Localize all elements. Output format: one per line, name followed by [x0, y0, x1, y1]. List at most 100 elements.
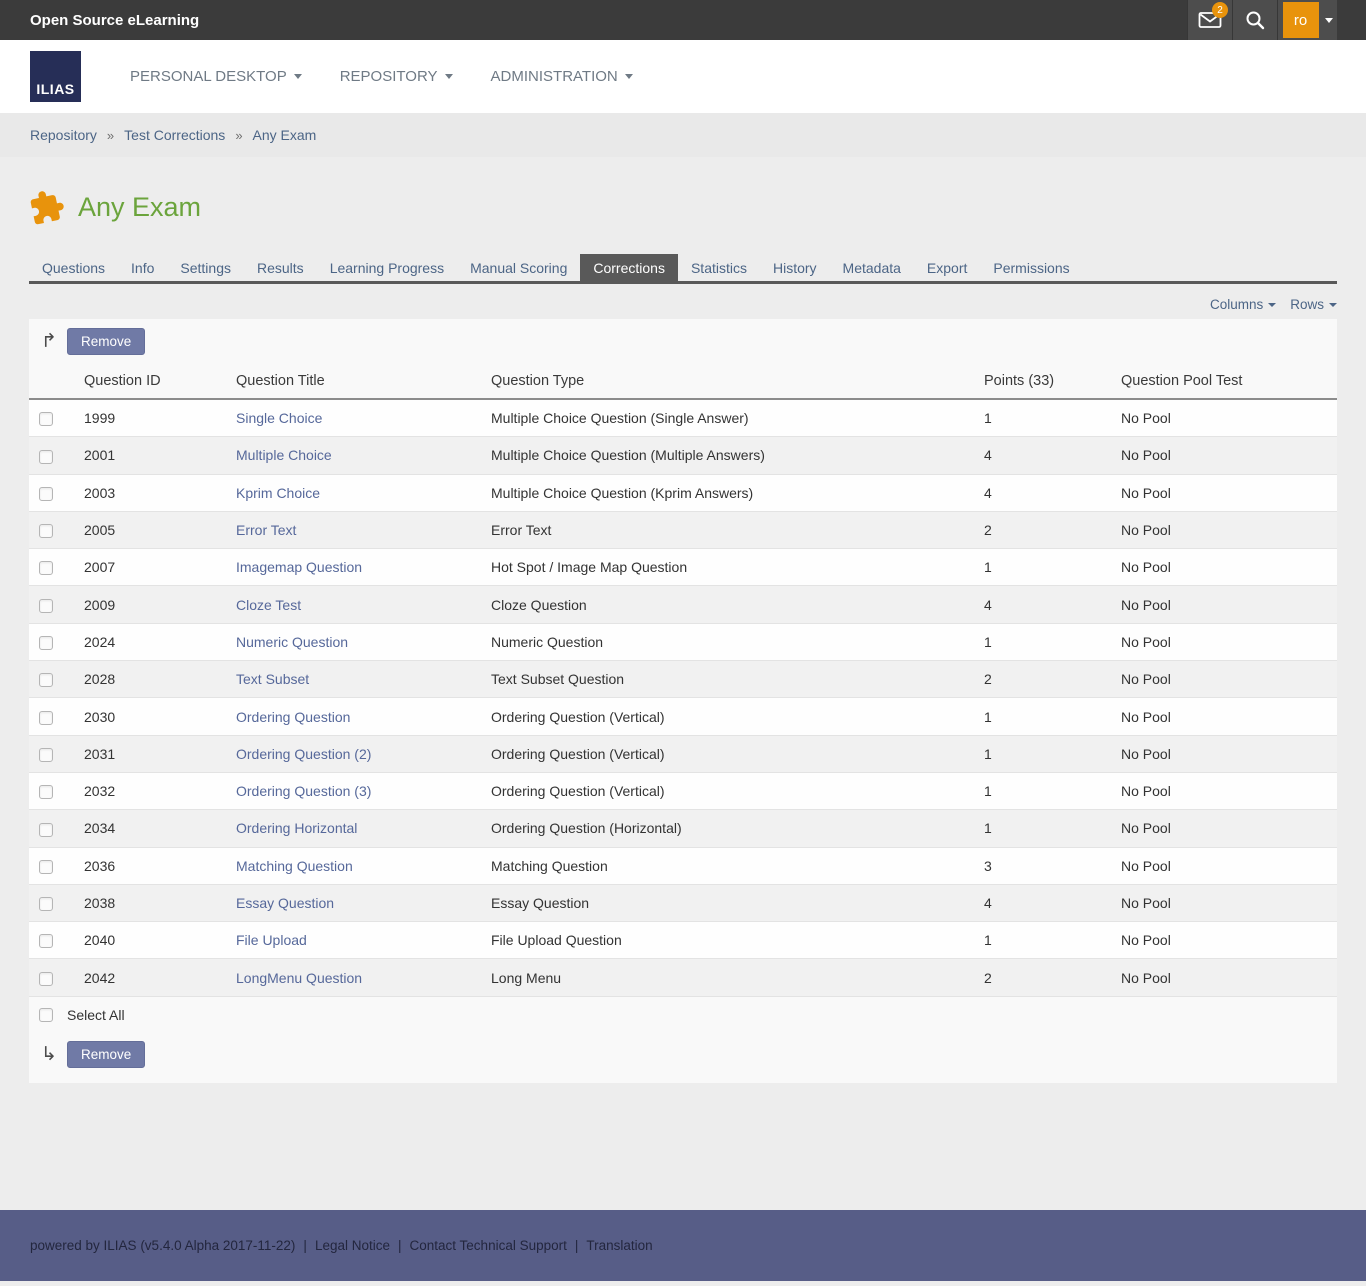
question-title-cell: Ordering Horizontal: [228, 810, 483, 847]
nav-item-personal-desktop[interactable]: PERSONAL DESKTOP: [111, 58, 321, 95]
footer-link-translation[interactable]: Translation: [586, 1238, 652, 1253]
columns-dropdown[interactable]: Columns: [1210, 297, 1276, 312]
tab-info[interactable]: Info: [118, 254, 167, 281]
table-row: 2031Ordering Question (2)Ordering Questi…: [29, 735, 1337, 772]
row-checkbox[interactable]: [39, 450, 53, 464]
question-title-link[interactable]: Ordering Question: [236, 709, 350, 725]
question-title-link[interactable]: LongMenu Question: [236, 970, 362, 986]
remove-button-bottom[interactable]: Remove: [67, 1041, 145, 1068]
question-title-cell: Matching Question: [228, 847, 483, 884]
row-checkbox[interactable]: [39, 934, 53, 948]
row-checkbox[interactable]: [39, 972, 53, 986]
mail-badge: 2: [1212, 2, 1228, 18]
row-checkbox[interactable]: [39, 599, 53, 613]
question-id-cell: 2036: [76, 847, 228, 884]
footer-link-contact-technical-support[interactable]: Contact Technical Support: [410, 1238, 567, 1253]
nav-item-label: REPOSITORY: [340, 68, 438, 85]
table-body: 1999Single ChoiceMultiple Choice Questio…: [29, 399, 1337, 996]
mail-button[interactable]: 2: [1187, 0, 1232, 40]
row-checkbox[interactable]: [39, 711, 53, 725]
row-checkbox[interactable]: [39, 524, 53, 538]
points-cell: 1: [976, 810, 1113, 847]
select-all-row: Select All: [29, 997, 1337, 1032]
powered-by-link[interactable]: powered by ILIAS (v5.4.0 Alpha 2017-11-2…: [30, 1238, 295, 1253]
select-all-checkbox[interactable]: [39, 1008, 53, 1022]
question-title-link[interactable]: Imagemap Question: [236, 559, 362, 575]
ilias-logo[interactable]: ILIAS: [30, 51, 81, 102]
question-title-link[interactable]: Text Subset: [236, 671, 309, 687]
questions-table: Question IDQuestion TitleQuestion TypePo…: [29, 364, 1337, 997]
question-id-cell: 2005: [76, 511, 228, 548]
nav-item-repository[interactable]: REPOSITORY: [321, 58, 472, 95]
tab-learning-progress[interactable]: Learning Progress: [317, 254, 457, 281]
row-checkbox-cell: [29, 586, 76, 623]
question-title-link[interactable]: Numeric Question: [236, 634, 348, 650]
tab-results[interactable]: Results: [244, 254, 317, 281]
question-title-link[interactable]: File Upload: [236, 932, 307, 948]
row-checkbox-cell: [29, 922, 76, 959]
question-type-cell: Essay Question: [483, 884, 976, 921]
points-cell: 4: [976, 474, 1113, 511]
question-title-link[interactable]: Kprim Choice: [236, 485, 320, 501]
question-title-link[interactable]: Cloze Test: [236, 597, 301, 613]
row-checkbox[interactable]: [39, 785, 53, 799]
question-pool-cell: No Pool: [1113, 549, 1337, 586]
search-button[interactable]: [1232, 0, 1277, 40]
table-row: 2038Essay QuestionEssay Question4No Pool: [29, 884, 1337, 921]
test-puzzle-icon: [26, 186, 69, 229]
breadcrumb-item-any-exam[interactable]: Any Exam: [253, 127, 317, 143]
tab-metadata[interactable]: Metadata: [830, 254, 914, 281]
points-cell: 4: [976, 884, 1113, 921]
tab-history[interactable]: History: [760, 254, 830, 281]
tab-settings[interactable]: Settings: [167, 254, 244, 281]
table-header-row: Question IDQuestion TitleQuestion TypePo…: [29, 364, 1337, 399]
row-checkbox[interactable]: [39, 860, 53, 874]
question-title-cell: Ordering Question: [228, 698, 483, 735]
search-icon: [1245, 10, 1265, 30]
question-pool-cell: No Pool: [1113, 511, 1337, 548]
question-title-cell: File Upload: [228, 922, 483, 959]
rows-dropdown[interactable]: Rows: [1290, 297, 1337, 312]
row-checkbox-cell: [29, 698, 76, 735]
question-title-link[interactable]: Essay Question: [236, 895, 334, 911]
main-nav: PERSONAL DESKTOP REPOSITORY ADMINISTRATION: [111, 58, 652, 95]
row-checkbox[interactable]: [39, 897, 53, 911]
row-checkbox[interactable]: [39, 748, 53, 762]
tab-corrections[interactable]: Corrections: [580, 254, 678, 281]
row-checkbox[interactable]: [39, 636, 53, 650]
row-checkbox[interactable]: [39, 487, 53, 501]
rows-label: Rows: [1290, 297, 1324, 312]
tab-statistics[interactable]: Statistics: [678, 254, 760, 281]
row-checkbox[interactable]: [39, 673, 53, 687]
row-checkbox-cell: [29, 959, 76, 996]
question-id-cell: 2007: [76, 549, 228, 586]
row-checkbox[interactable]: [39, 412, 53, 426]
question-title-cell: Imagemap Question: [228, 549, 483, 586]
question-title-link[interactable]: Error Text: [236, 522, 296, 538]
row-checkbox[interactable]: [39, 561, 53, 575]
user-menu-button[interactable]: ro: [1277, 0, 1337, 40]
table-row: 2040File UploadFile Upload Question1No P…: [29, 922, 1337, 959]
question-title-link[interactable]: Ordering Question (3): [236, 783, 371, 799]
tab-permissions[interactable]: Permissions: [980, 254, 1082, 281]
question-title-link[interactable]: Single Choice: [236, 410, 322, 426]
question-id-cell: 2042: [76, 959, 228, 996]
question-title-link[interactable]: Ordering Horizontal: [236, 820, 357, 836]
breadcrumb: Repository»Test Corrections»Any Exam: [0, 113, 1366, 157]
tab-questions[interactable]: Questions: [29, 254, 118, 281]
breadcrumb-item-test-corrections[interactable]: Test Corrections: [124, 127, 225, 143]
nav-item-administration[interactable]: ADMINISTRATION: [472, 58, 652, 95]
points-cell: 4: [976, 586, 1113, 623]
breadcrumb-item-repository[interactable]: Repository: [30, 127, 97, 143]
tab-export[interactable]: Export: [914, 254, 980, 281]
points-cell: 1: [976, 549, 1113, 586]
question-title-link[interactable]: Matching Question: [236, 858, 353, 874]
row-checkbox[interactable]: [39, 823, 53, 837]
footer-link-legal-notice[interactable]: Legal Notice: [315, 1238, 390, 1253]
question-title-link[interactable]: Ordering Question (2): [236, 746, 371, 762]
select-all-label: Select All: [67, 1007, 125, 1023]
tab-manual-scoring[interactable]: Manual Scoring: [457, 254, 580, 281]
remove-button-top[interactable]: Remove: [67, 328, 145, 355]
row-checkbox-cell: [29, 735, 76, 772]
question-title-link[interactable]: Multiple Choice: [236, 447, 332, 463]
